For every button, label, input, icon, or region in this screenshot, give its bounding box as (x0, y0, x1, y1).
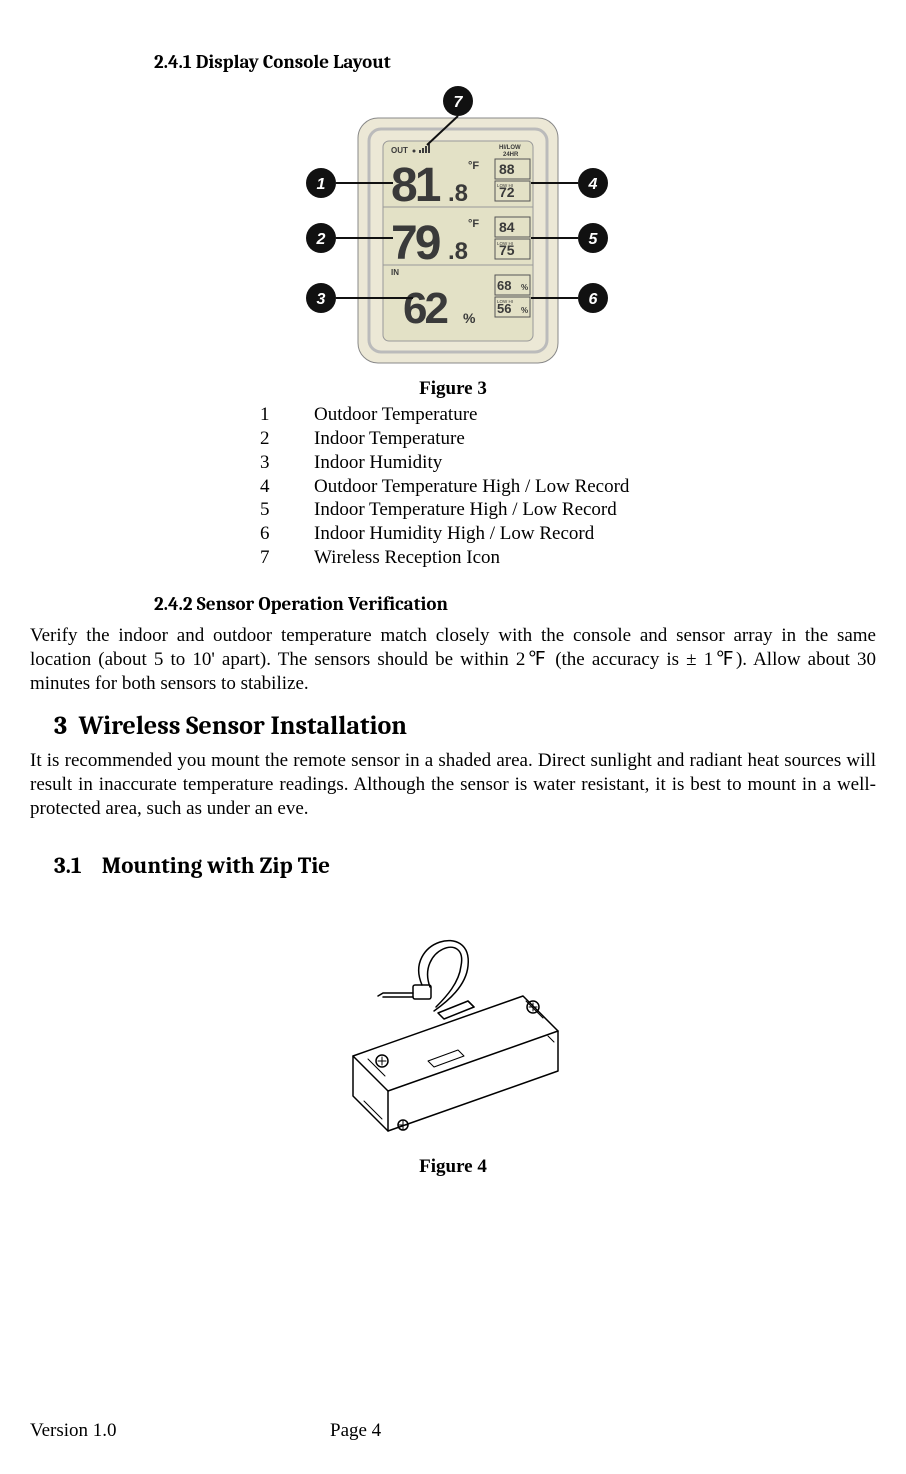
svg-text:7: 7 (454, 94, 464, 111)
footer-page: Page 4 (330, 1419, 381, 1444)
svg-text:5: 5 (589, 231, 599, 248)
svg-text:.8: .8 (448, 180, 468, 207)
heading-title: Display Console Layout (196, 51, 391, 73)
svg-text:62: 62 (403, 284, 447, 333)
footer-version: Version 1.0 (30, 1419, 330, 1444)
svg-text:4: 4 (588, 176, 598, 193)
heading-3: 3 Wireless Sensor Installation (54, 710, 876, 744)
svg-text:81: 81 (391, 159, 441, 212)
svg-text:88: 88 (499, 161, 515, 177)
svg-text:°F: °F (468, 218, 479, 230)
legend-row: 4Outdoor Temperature High / Low Record (260, 475, 876, 499)
display-console-illustration: OUT IN HI/LOW 24HR 81 .8 °F 79 .8 °F 62 … (263, 83, 643, 373)
heading-2-4-2: 2.4.2 Sensor Operation Verification (154, 592, 876, 617)
svg-text:75: 75 (499, 242, 515, 258)
heading-2-4-1: 2.4.1 Display Console Layout (154, 50, 876, 75)
heading-title: Sensor Operation Verification (197, 593, 448, 615)
svg-text:79: 79 (391, 217, 440, 270)
para-242: Verify the indoor and outdoor temperatur… (30, 624, 876, 695)
figure-3-legend: 1Outdoor Temperature 2Indoor Temperature… (260, 403, 876, 569)
para-3: It is recommended you mount the remote s… (30, 749, 876, 820)
hilow-label: HI/LOW (499, 145, 521, 151)
figure-3-caption: Figure 3 (30, 377, 876, 402)
figure-4-caption: Figure 4 (30, 1155, 876, 1180)
legend-row: 7Wireless Reception Icon (260, 546, 876, 570)
svg-text:.8: .8 (448, 238, 468, 265)
svg-text:%: % (521, 306, 528, 315)
legend-row: 1Outdoor Temperature (260, 403, 876, 427)
svg-text:24HR: 24HR (503, 152, 519, 158)
figure-3: OUT IN HI/LOW 24HR 81 .8 °F 79 .8 °F 62 … (30, 83, 876, 402)
out-label: OUT (391, 146, 408, 155)
svg-text:56: 56 (497, 301, 511, 316)
figure-4: Figure 4 (30, 901, 876, 1180)
heading-3-1: 3.1 Mounting with Zip Tie (54, 851, 876, 881)
legend-row: 3Indoor Humidity (260, 451, 876, 475)
page-footer: Version 1.0 Page 4 (30, 1419, 876, 1444)
heading-title: Wireless Sensor Installation (79, 711, 407, 741)
heading-num: 2.4.2 (154, 593, 193, 615)
svg-text:3: 3 (317, 291, 326, 308)
legend-row: 5Indoor Temperature High / Low Record (260, 498, 876, 522)
svg-text:84: 84 (499, 219, 515, 235)
heading-num: 3 (54, 711, 67, 741)
svg-text:°F: °F (468, 160, 479, 172)
heading-title: Mounting with Zip Tie (102, 852, 330, 879)
heading-num: 2.4.1 (154, 51, 192, 73)
svg-text:2: 2 (316, 231, 326, 248)
heading-num: 3.1 (54, 852, 82, 879)
svg-text:68: 68 (497, 278, 511, 293)
svg-text:1: 1 (317, 176, 326, 193)
svg-text:6: 6 (589, 291, 598, 308)
svg-text:%: % (521, 283, 528, 292)
sensor-zip-tie-illustration (298, 901, 608, 1151)
svg-text:%: % (463, 310, 476, 326)
legend-row: 6Indoor Humidity High / Low Record (260, 522, 876, 546)
svg-text:72: 72 (499, 184, 515, 200)
legend-row: 2Indoor Temperature (260, 427, 876, 451)
